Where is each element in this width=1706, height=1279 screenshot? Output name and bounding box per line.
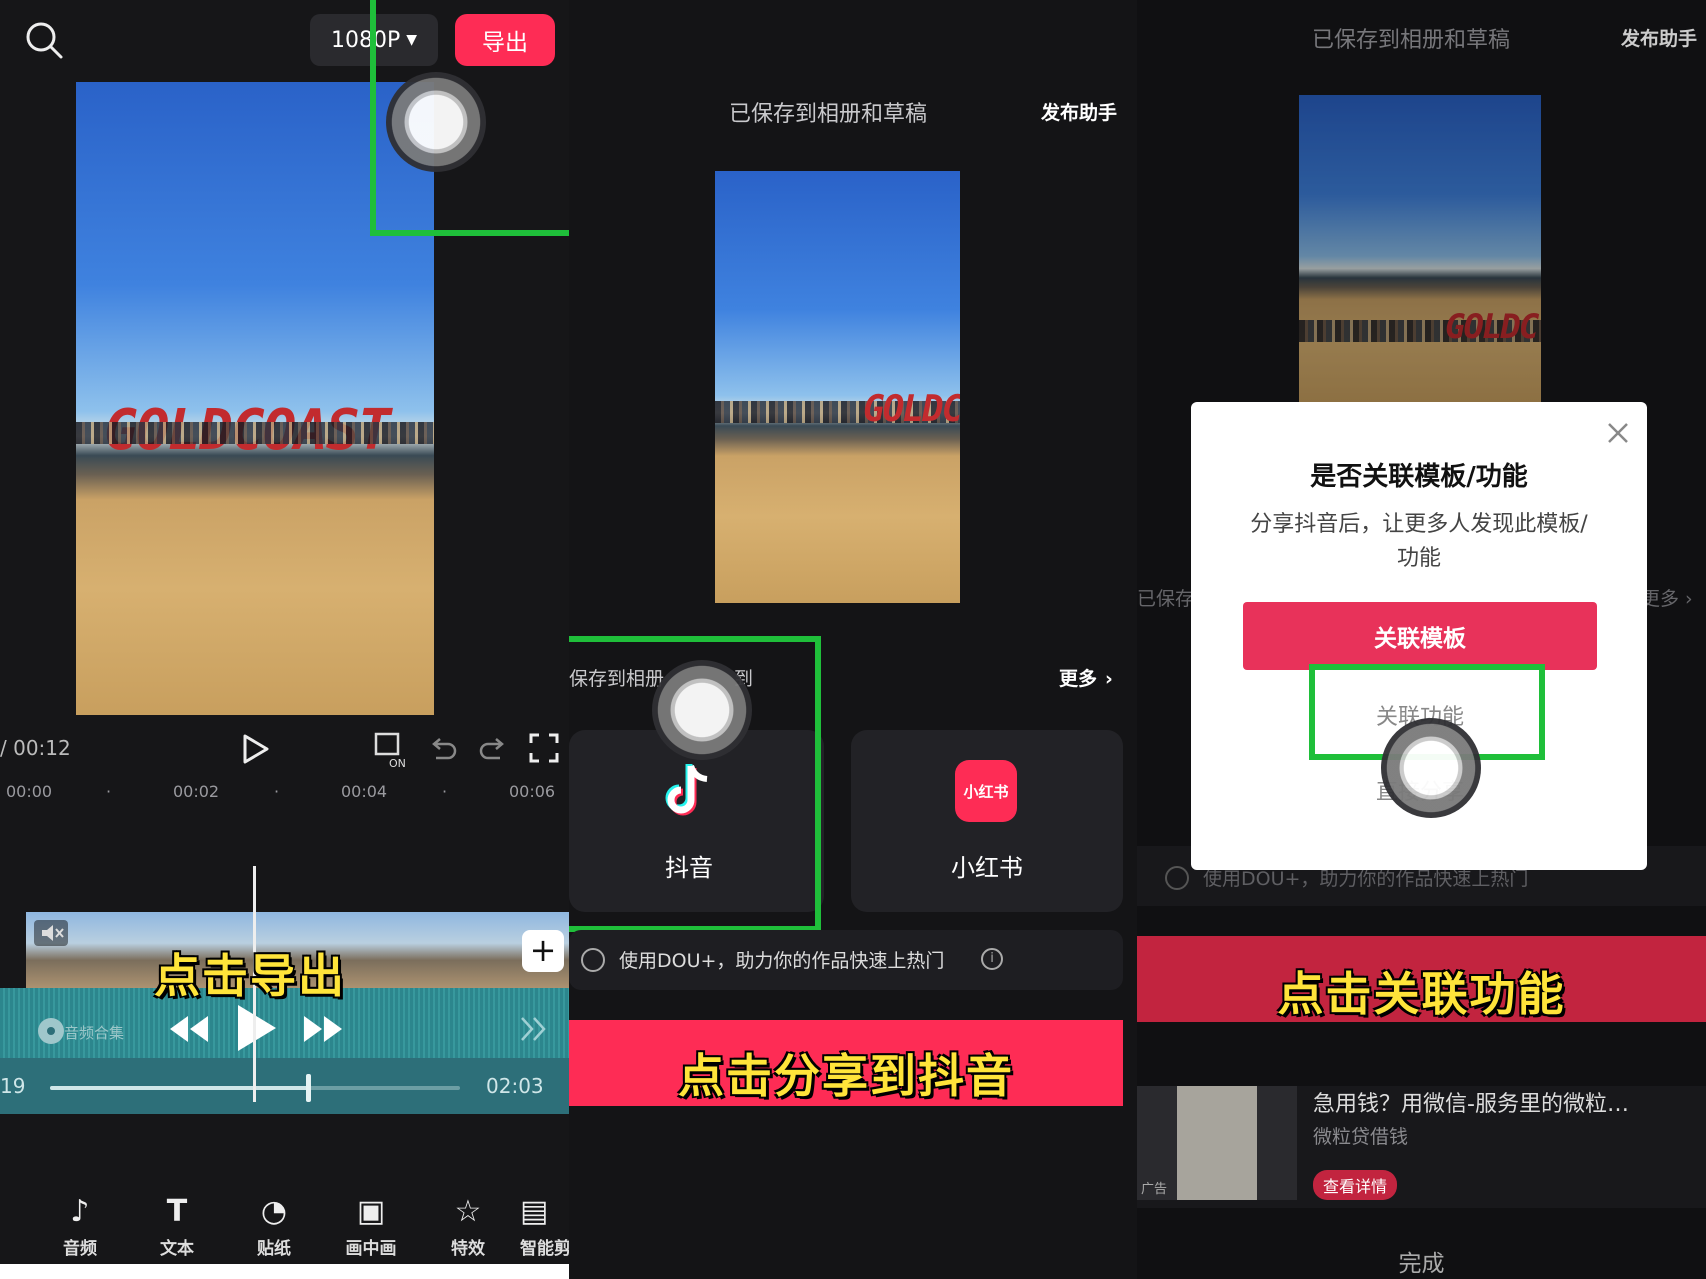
chevron-right-icon: › bbox=[1105, 668, 1113, 690]
touch-indicator bbox=[1381, 718, 1481, 818]
ad-detail-button[interactable]: 查看详情 bbox=[1313, 1170, 1398, 1200]
double-chevron-right-icon[interactable] bbox=[518, 1014, 550, 1044]
dou-plus-checkbox[interactable] bbox=[1165, 866, 1189, 890]
publish-helper-link[interactable]: 发布助手 bbox=[1041, 98, 1117, 125]
tool-label: 文本 bbox=[160, 1239, 194, 1259]
dou-plus-row[interactable]: 使用DOU+，助力你的作品快速上热门 i bbox=[569, 930, 1123, 990]
tool-sticker[interactable]: ◔ 贴纸 bbox=[239, 1194, 309, 1259]
done-button[interactable]: 完成 bbox=[1137, 1244, 1706, 1278]
music-play-icon[interactable] bbox=[234, 1002, 280, 1054]
sticker-icon: ◔ bbox=[260, 1194, 288, 1229]
xiaohongshu-icon: 小红书 bbox=[955, 760, 1017, 822]
rewind-icon[interactable] bbox=[166, 1012, 212, 1046]
pip-icon: ▣ bbox=[356, 1194, 386, 1229]
undo-icon[interactable] bbox=[428, 734, 458, 764]
info-icon[interactable]: i bbox=[981, 948, 1003, 970]
ruler-label: 00:00 bbox=[6, 782, 53, 801]
more-link[interactable]: 更多 › bbox=[1059, 664, 1113, 691]
music-player-overlay: 音频合集 19 02:03 bbox=[0, 988, 569, 1114]
ruler-dot: · bbox=[274, 782, 280, 801]
tool-pip[interactable]: ▣ 画中画 bbox=[336, 1194, 406, 1259]
music-progress-knob[interactable] bbox=[306, 1074, 312, 1102]
add-clip-button[interactable]: + bbox=[522, 930, 564, 972]
touch-indicator bbox=[386, 72, 486, 172]
keyframe-on-icon[interactable]: ON bbox=[373, 731, 413, 771]
tool-effects[interactable]: ☆ 特效 bbox=[433, 1194, 503, 1259]
side-label-left: 已保存 bbox=[1137, 588, 1195, 610]
dialog-description: 分享抖音后，让更多人发现此模板/功能 bbox=[1250, 512, 1588, 571]
effects-icon: ☆ bbox=[454, 1194, 482, 1229]
associate-panel: 已保存到相册和草稿 发布助手 GOLDC 已保存 更多 › 使用DOU+，助力你的… bbox=[1137, 0, 1706, 1279]
caption-associate-feature: 点击关联功能 bbox=[1277, 967, 1566, 1021]
ad-title: 急用钱？用微信-服务里的微粒… bbox=[1313, 1092, 1629, 1117]
music-time-left: 19 bbox=[0, 1074, 26, 1098]
ruler-dot: · bbox=[106, 782, 112, 801]
touch-indicator bbox=[652, 660, 752, 760]
saved-title: 已保存到相册和草稿 bbox=[1312, 28, 1511, 53]
music-label: 音频合集 bbox=[64, 1024, 125, 1042]
ad-tag: 广告 bbox=[1141, 1182, 1168, 1197]
tool-audio[interactable]: ♪ 音频 bbox=[45, 1194, 115, 1259]
svg-text:ON: ON bbox=[389, 757, 406, 770]
mute-icon[interactable] bbox=[34, 920, 68, 946]
associate-template-button[interactable]: 关联模板 bbox=[1243, 602, 1597, 670]
dialog-title: 是否关联模板/功能 bbox=[1310, 462, 1528, 492]
close-icon[interactable] bbox=[1605, 420, 1631, 446]
ruler-label: 00:06 bbox=[509, 782, 556, 801]
xiaohongshu-label: 小红书 bbox=[951, 854, 1023, 882]
tool-label: 智能剪 bbox=[520, 1239, 569, 1259]
play-icon[interactable] bbox=[240, 733, 270, 765]
redo-icon[interactable] bbox=[478, 734, 508, 764]
tool-text[interactable]: T 文本 bbox=[142, 1194, 212, 1259]
bottom-bar bbox=[0, 1264, 569, 1279]
music-progress-fill bbox=[50, 1086, 309, 1090]
tool-smart-cut[interactable]: ▤ 智能剪 bbox=[520, 1194, 569, 1259]
side-more-link[interactable]: 更多 › bbox=[1641, 584, 1693, 611]
ruler-label: 00:04 bbox=[341, 782, 388, 801]
search-icon[interactable] bbox=[24, 20, 64, 60]
crowd bbox=[76, 422, 434, 444]
ad-card[interactable]: 广告 急用钱？用微信-服务里的微粒… 微粒贷借钱 查看详情 bbox=[1137, 1086, 1706, 1208]
goldcoast-sign: GOLDC bbox=[863, 389, 960, 430]
tool-label: 音频 bbox=[63, 1239, 97, 1259]
editor-panel: 1080P ▼ 导出 GOLDCOAST / 00:12 ON 00:00 · … bbox=[0, 0, 569, 1279]
dou-plus-text: 使用DOU+，助力你的作品快速上热门 bbox=[619, 950, 945, 972]
video-thumbnail: GOLDC bbox=[715, 171, 960, 603]
timeline-ruler: 00:00 · 00:02 · 00:04 · 00:06 bbox=[0, 782, 569, 822]
music-note-icon: ♪ bbox=[70, 1194, 90, 1229]
chevron-right-icon: › bbox=[1685, 588, 1693, 610]
fullscreen-icon[interactable] bbox=[528, 732, 560, 764]
fast-forward-icon[interactable] bbox=[300, 1012, 346, 1046]
tool-label: 贴纸 bbox=[257, 1239, 291, 1259]
associate-template-label: 关联模板 bbox=[1374, 626, 1466, 652]
ruler-label: 00:02 bbox=[173, 782, 220, 801]
music-disc-icon bbox=[38, 1018, 64, 1044]
caption-tap-export: 点击导出 bbox=[154, 949, 346, 1003]
time-total: / 00:12 bbox=[0, 736, 71, 760]
smart-cut-icon: ▤ bbox=[520, 1194, 549, 1229]
text-icon: T bbox=[166, 1194, 188, 1229]
music-time-right: 02:03 bbox=[486, 1074, 544, 1098]
tool-label: 画中画 bbox=[345, 1239, 397, 1259]
video-thumbnail: GOLDC bbox=[1299, 95, 1541, 405]
tool-label: 特效 bbox=[451, 1239, 485, 1259]
xiaohongshu-icon-text: 小红书 bbox=[963, 782, 1009, 801]
ad-subtitle: 微粒贷借钱 bbox=[1313, 1126, 1409, 1148]
saved-title: 已保存到相册和草稿 bbox=[729, 102, 928, 127]
share-xiaohongshu-card[interactable]: 小红书 小红书 bbox=[851, 730, 1123, 912]
goldcoast-sign: GOLDC bbox=[1445, 307, 1539, 347]
caption-share-douyin: 点击分享到抖音 bbox=[678, 1049, 1014, 1103]
more-label: 更多 bbox=[1059, 668, 1098, 690]
ruler-dot: · bbox=[442, 782, 448, 801]
share-panel: 已保存到相册和草稿 发布助手 GOLDC 保存到相册到 更多 › 抖音 小红书 小… bbox=[569, 0, 1137, 1279]
publish-helper-link[interactable]: 发布助手 bbox=[1621, 24, 1697, 51]
dou-plus-checkbox[interactable] bbox=[581, 948, 605, 972]
